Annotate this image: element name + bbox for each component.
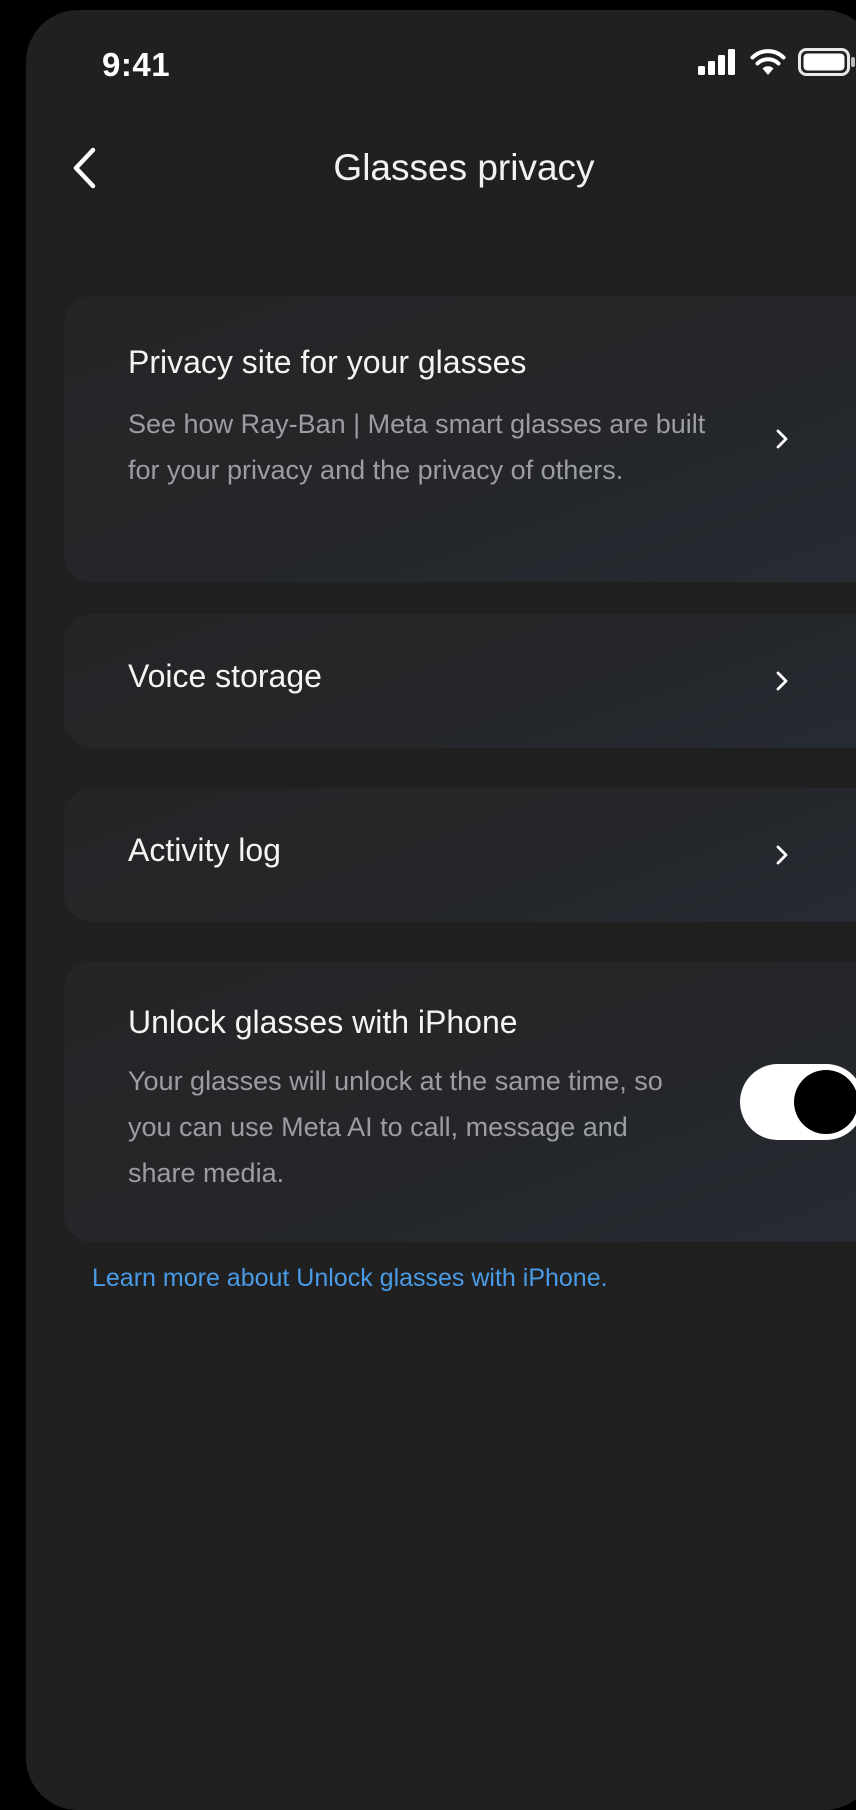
voice-storage-item[interactable]: Voice storage xyxy=(64,614,856,748)
page-title: Glasses privacy xyxy=(333,147,595,188)
voice-storage-title: Voice storage xyxy=(128,658,322,694)
cellular-signal-icon xyxy=(698,48,738,80)
status-time: 9:41 xyxy=(102,46,171,83)
chevron-right-icon xyxy=(772,426,792,452)
unlock-toggle[interactable] xyxy=(740,1064,856,1140)
activity-log-item[interactable]: Activity log xyxy=(64,788,856,922)
unlock-description: Your glasses will unlock at the same tim… xyxy=(128,1066,663,1188)
unlock-title: Unlock glasses with iPhone xyxy=(128,1004,518,1040)
status-icons xyxy=(698,46,856,82)
activity-log-title: Activity log xyxy=(128,832,281,868)
chevron-right-icon xyxy=(772,668,792,694)
wifi-icon xyxy=(750,48,786,80)
phone-screen: 9:41 Glasses privacy Privacy site for yo… xyxy=(26,10,856,1810)
chevron-right-icon xyxy=(772,842,792,868)
battery-icon xyxy=(798,47,856,81)
privacy-site-title: Privacy site for your glasses xyxy=(128,344,527,380)
unlock-with-iphone-item: Unlock glasses with iPhone Your glasses … xyxy=(64,962,856,1242)
learn-more-link[interactable]: Learn more about Unlock glasses with iPh… xyxy=(92,1264,608,1293)
privacy-site-description: See how Ray-Ban | Meta smart glasses are… xyxy=(128,409,706,485)
toggle-knob xyxy=(794,1070,856,1134)
privacy-site-item[interactable]: Privacy site for your glasses See how Ra… xyxy=(64,296,856,582)
